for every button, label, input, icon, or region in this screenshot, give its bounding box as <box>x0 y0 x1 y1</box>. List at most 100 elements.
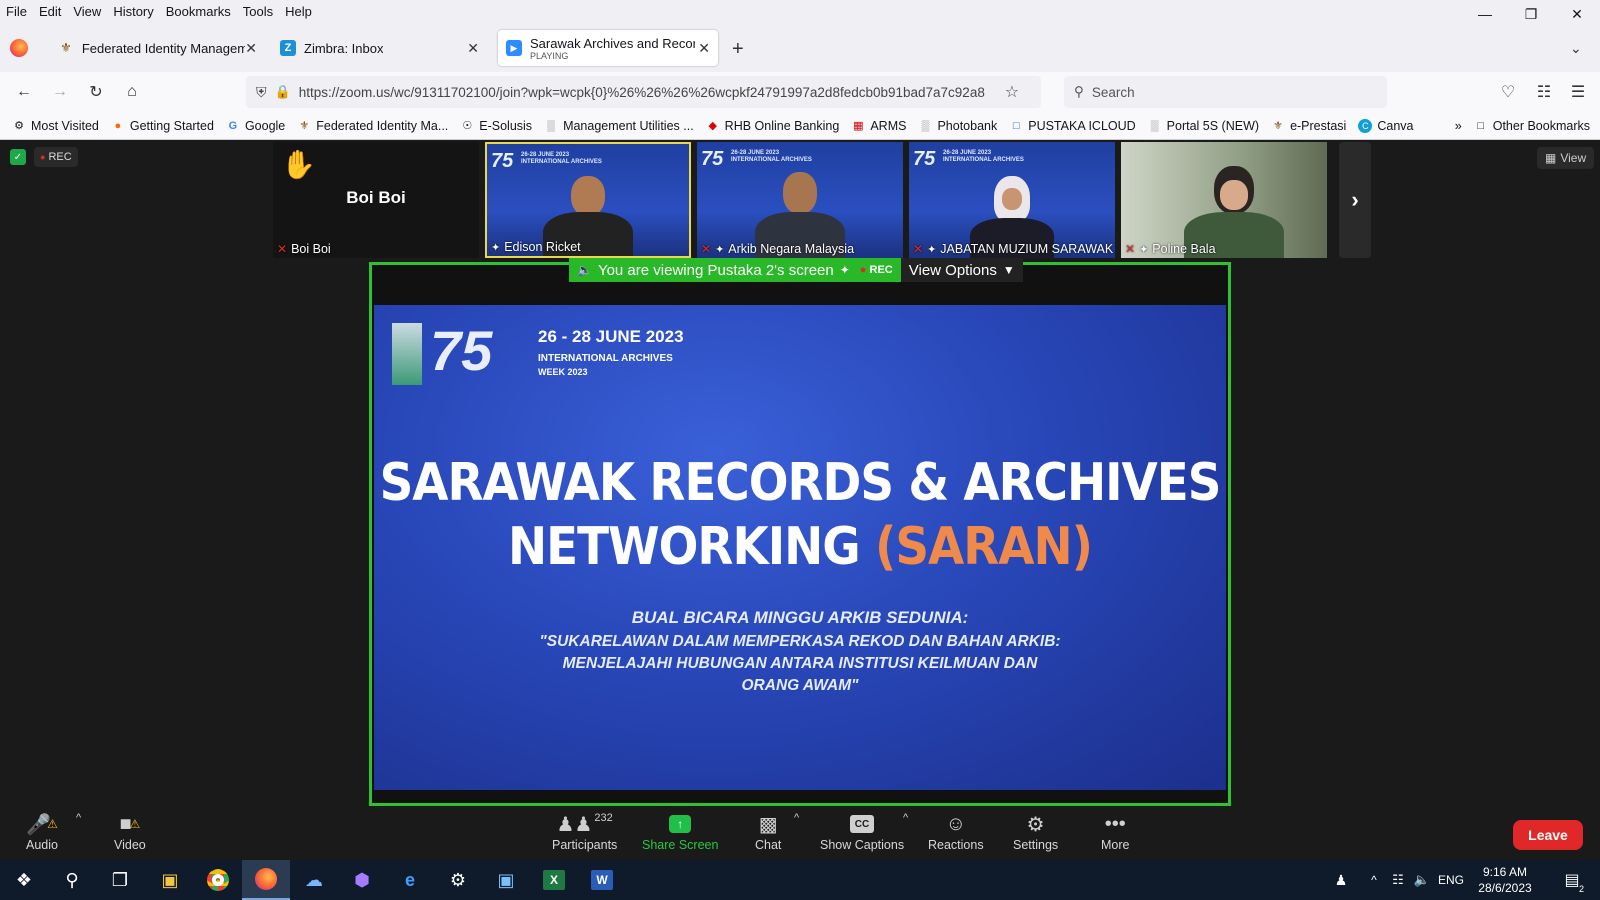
bookmark-label: Canva <box>1377 118 1414 133</box>
bookmark-photobank[interactable]: ▒ Photobank <box>912 119 1003 133</box>
tray-chevron-icon[interactable]: ^ <box>1362 860 1386 900</box>
reactions-button[interactable]: ☺ Reactions <box>928 810 984 853</box>
other-bookmarks[interactable]: □ Other Bookmarks <box>1468 119 1596 133</box>
tab-bar: ⚜ Federated Identity Managemen ✕ Z Zimbr… <box>0 22 1600 72</box>
page-icon: ▒ <box>1150 119 1159 132</box>
bookmark-rhb[interactable]: ◆ RHB Online Banking <box>700 119 846 133</box>
edge-icon[interactable]: e <box>386 860 434 900</box>
more-button[interactable]: ••• More <box>1101 810 1129 853</box>
excel-icon[interactable]: X <box>530 860 578 900</box>
task-view-icon[interactable]: ❐ <box>96 860 144 900</box>
firefox-taskbar-icon[interactable] <box>242 860 290 900</box>
shared-screen[interactable]: 75 26 - 28 JUNE 2023 INTERNATIONAL ARCHI… <box>369 262 1231 806</box>
star-icon[interactable]: ☆ <box>1005 82 1019 102</box>
hamburger-menu-icon[interactable]: ☰ <box>1566 80 1590 104</box>
bookmark-label: Most Visited <box>31 118 99 133</box>
recording-indicator: ● REC <box>34 147 78 167</box>
menu-view[interactable]: View <box>67 4 107 19</box>
new-tab-button[interactable]: + <box>732 38 744 61</box>
url-bar[interactable]: ⛨ 🔒 https://zoom.us/wc/91311702100/join?… <box>246 76 1041 108</box>
search-input[interactable]: ⚲ Search <box>1064 76 1387 108</box>
shield-icon[interactable]: ⛨ <box>256 84 267 101</box>
next-participants-icon[interactable]: › <box>1339 142 1371 258</box>
extensions-icon[interactable]: ☷ <box>1532 80 1556 104</box>
bookmark-most-visited[interactable]: ⚙ Most Visited <box>6 119 105 133</box>
bookmark-portal-5s[interactable]: ▒ Portal 5S (NEW) <box>1142 119 1265 133</box>
share-screen-button[interactable]: ↑ Share Screen <box>642 810 718 852</box>
bookmark-management[interactable]: ▒ Management Utilities ... <box>538 119 700 133</box>
video-button[interactable]: ■ ⚠ Video <box>114 810 146 853</box>
participant-tile-jabatan-muzium[interactable]: 75 26-28 JUNE 2023 INTERNATIONAL ARCHIVES… <box>909 142 1115 258</box>
audio-caret-icon[interactable]: ^ <box>76 812 81 824</box>
participant-tile-edison[interactable]: 75 26-28 JUNE 2023 INTERNATIONAL ARCHIVES… <box>485 142 691 258</box>
close-tab-icon[interactable]: ✕ <box>698 40 710 57</box>
settings-app-icon[interactable]: ⚙ <box>434 860 482 900</box>
clock[interactable]: 9:16 AM 28/6/2023 <box>1470 864 1540 896</box>
settings-button[interactable]: ⚙ Settings <box>1013 810 1058 853</box>
menu-bookmarks[interactable]: Bookmarks <box>160 4 237 19</box>
tab-federated-identity[interactable]: ⚜ Federated Identity Managemen ✕ <box>50 30 265 66</box>
bookmark-pustaka-icloud[interactable]: □ PUSTAKA ICLOUD <box>1003 119 1141 133</box>
lock-icon[interactable]: 🔒 <box>275 84 291 100</box>
participant-tile-arkib-negara[interactable]: 75 26-28 JUNE 2023 INTERNATIONAL ARCHIVES… <box>697 142 903 258</box>
participant-tile-poline[interactable]: ✕ ✦ Poline Bala <box>1121 142 1327 258</box>
reload-icon[interactable]: ↻ <box>84 80 108 104</box>
ellipsis-icon: ••• <box>1104 812 1126 835</box>
search-placeholder: Search <box>1091 84 1135 100</box>
bookmark-getting-started[interactable]: ● Getting Started <box>105 119 220 133</box>
slide-title-line1: SARAWAK RECORDS & ARCHIVES <box>379 453 1222 513</box>
bookmark-esolusis[interactable]: ☉ E-Solusis <box>454 119 538 133</box>
network-icon[interactable]: ☷ <box>1386 860 1410 900</box>
notifications-icon[interactable]: ▤ 2 <box>1552 860 1592 900</box>
mic-icon: ✦ <box>839 263 850 277</box>
word-icon[interactable]: W <box>578 860 626 900</box>
chat-button[interactable]: ▩ Chat <box>755 810 781 853</box>
pocket-icon[interactable]: ♡ <box>1496 80 1520 104</box>
bookmark-google[interactable]: G Google <box>220 119 291 133</box>
back-icon[interactable]: ← <box>12 80 36 104</box>
tab-zoom-meeting[interactable]: ▶ Sarawak Archives and Records N PLAYING… <box>498 30 718 66</box>
close-tab-icon[interactable]: ✕ <box>467 40 479 57</box>
cube-app-icon[interactable]: ⬢ <box>338 860 386 900</box>
file-explorer-icon[interactable]: ▣ <box>146 860 194 900</box>
participant-tile-boi-boi[interactable]: ✋ Boi Boi ✕ Boi Boi <box>273 142 479 258</box>
slide-subtitle-3: MENJELAJAHI HUBUNGAN ANTARA INSTITUSI KE… <box>562 655 1038 672</box>
control-panel-icon[interactable]: ▣ <box>482 860 530 900</box>
menu-history[interactable]: History <box>107 4 159 19</box>
menu-tools[interactable]: Tools <box>237 4 279 19</box>
tab-zimbra[interactable]: Z Zimbra: Inbox ✕ <box>272 30 487 66</box>
encryption-shield-icon[interactable]: ✓ <box>10 149 26 165</box>
view-options-button[interactable]: View Options ▼ <box>900 258 1023 282</box>
language-indicator[interactable]: ENG <box>1438 873 1464 887</box>
event-logo-icon <box>392 323 422 385</box>
menu-file[interactable]: File <box>0 4 33 19</box>
url-text[interactable]: https://zoom.us/wc/91311702100/join?wpk=… <box>299 85 999 100</box>
home-icon[interactable]: ⌂ <box>120 80 144 104</box>
show-captions-button[interactable]: CC Show Captions <box>820 810 904 852</box>
participants-button[interactable]: ♟♟ 232 Participants <box>552 810 617 852</box>
forward-icon[interactable]: → <box>48 80 72 104</box>
chat-caret-icon[interactable]: ^ <box>794 812 799 824</box>
cloud-app-icon[interactable]: ☁ <box>290 860 338 900</box>
audio-button[interactable]: 🎤 ⚠ Audio <box>26 810 58 853</box>
menu-help[interactable]: Help <box>279 4 318 19</box>
leave-button[interactable]: Leave <box>1513 820 1583 850</box>
more-bookmarks-icon[interactable]: » <box>1449 119 1468 133</box>
bookmark-arms[interactable]: ▦ ARMS <box>845 119 912 133</box>
view-button[interactable]: ▦ View <box>1537 147 1595 169</box>
participant-name: JABATAN MUZIUM SARAWAK <box>940 242 1114 256</box>
people-icon[interactable]: ♟ <box>1326 860 1356 900</box>
list-tabs-icon[interactable]: ⌄ <box>1570 40 1582 57</box>
bookmark-federated[interactable]: ⚜ Federated Identity Ma... <box>291 119 454 133</box>
bookmark-eprestasi[interactable]: ⚜ e-Prestasi <box>1265 119 1352 133</box>
close-tab-icon[interactable]: ✕ <box>245 40 257 57</box>
crest-icon: ⚜ <box>299 120 310 132</box>
volume-icon[interactable]: 🔈 <box>1410 860 1434 900</box>
firefox-icon[interactable] <box>10 39 28 57</box>
search-icon[interactable]: ⚲ <box>48 860 96 900</box>
menu-edit[interactable]: Edit <box>33 4 67 19</box>
bookmark-canva[interactable]: C Canva <box>1352 118 1419 133</box>
chrome-icon[interactable] <box>194 860 242 900</box>
windows-start-icon[interactable]: ❖ <box>0 860 48 900</box>
captions-caret-icon[interactable]: ^ <box>903 812 908 824</box>
